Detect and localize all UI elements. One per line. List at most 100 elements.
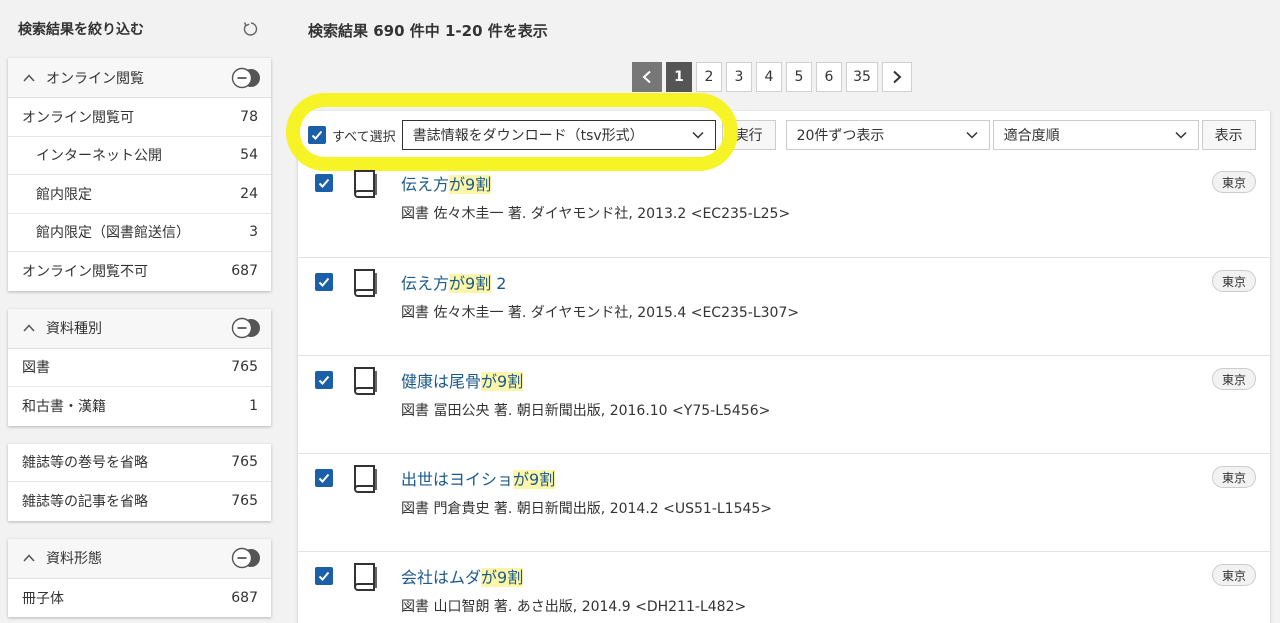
results-panel: すべて選択 書誌情報をダウンロード（tsv形式） 実行 20件ずつ表示 適合度順… [286,93,1270,623]
page-button-1[interactable]: 1 [666,62,692,92]
facet-row-count: 54 [240,147,258,164]
title-text: 2 [491,274,507,293]
result-checkbox[interactable] [315,469,333,487]
chevron-left-icon [642,70,651,84]
title-highlight: 9割 [465,274,492,293]
select-all-checkbox[interactable] [308,126,326,144]
facet-row-omit-issues[interactable]: 雑誌等の巻号を省略 765 [8,444,271,482]
result-item: 会社はムダが9割 図書 山口智朗 著. あさ出版, 2014.9 <DH211-… [298,551,1270,623]
chevron-down-icon [1175,131,1187,139]
sort-order-value: 適合度順 [1003,128,1060,144]
result-item: 健康は尾骨が9割 図書 冨田公央 著. 朝日新聞出版, 2016.10 <Y75… [298,355,1270,453]
checkmark-icon [318,571,330,581]
result-title-link[interactable]: 伝え方が9割 2 [401,270,506,294]
title-highlight: が [481,568,498,587]
facet-row-count: 687 [231,589,258,606]
facet-row-omit-articles[interactable]: 雑誌等の記事を省略 765 [8,482,271,521]
result-meta: 図書 佐々木圭一 著. ダイヤモンド社, 2013.2 <EC235-L25> [401,206,791,222]
checkmark-icon [311,130,323,140]
title-text: 伝え方 [401,274,450,293]
facet-row-count: 687 [231,263,258,280]
result-title-link[interactable]: 健康は尾骨が9割 [401,368,524,392]
results-toolbar: すべて選択 書誌情報をダウンロード（tsv形式） 実行 20件ずつ表示 適合度順… [286,93,1270,171]
facet-row-label: 雑誌等の巻号を省略 [22,455,148,472]
book-icon [354,269,377,297]
location-badge: 東京 [1211,564,1256,586]
facet-row-count: 765 [231,454,258,471]
facet-material-format: 資料形態 冊子体 687 [8,538,271,618]
prev-page-button[interactable] [632,62,662,92]
facet-row-booklet[interactable]: 冊子体 687 [8,579,271,618]
location-badge: 東京 [1211,270,1256,292]
chevron-down-icon [692,131,704,139]
facet-row-old-japanese-books[interactable]: 和古書・漢籍 1 [8,387,271,426]
page-button-6[interactable]: 6 [816,62,842,92]
toggle-icon[interactable] [231,547,261,569]
title-highlight: 9割 [497,372,524,391]
location-badge: 東京 [1211,466,1256,488]
chevron-down-icon [966,131,978,139]
facet-row-internet-public[interactable]: インターネット公開 54 [8,137,271,175]
facet-header-material-format[interactable]: 資料形態 [8,538,271,579]
facet-header-online-viewing[interactable]: オンライン閲覧 [8,58,271,98]
result-title-link[interactable]: 会社はムダが9割 [401,564,524,588]
per-page-select[interactable]: 20件ずつ表示 [785,120,990,150]
title-highlight: 9割 [529,470,556,489]
filter-sidebar: 検索結果を絞り込む オンライン閲覧 オンライン閲覧可 78 インターネット公開 … [8,0,271,623]
facet-row-library-transmission[interactable]: 館内限定（図書館送信） 3 [8,214,271,252]
chevron-up-icon [23,554,35,562]
per-page-value: 20件ずつ表示 [796,128,885,144]
toggle-icon[interactable] [231,317,261,339]
facet-row-count: 1 [249,398,258,415]
facet-row-label: オンライン閲覧可 [22,109,134,126]
facet-omit-options: 雑誌等の巻号を省略 765 雑誌等の記事を省略 765 [8,443,271,521]
result-item: 出世はヨイショが9割 図書 門倉貴史 著. 朝日新聞出版, 2014.2 <US… [298,453,1270,551]
page-button-3[interactable]: 3 [726,62,752,92]
sort-order-select[interactable]: 適合度順 [992,120,1199,150]
next-page-button[interactable] [882,62,912,92]
result-title-link[interactable]: 伝え方が9割 [401,171,492,195]
result-meta: 図書 佐々木圭一 著. ダイヤモンド社, 2015.4 <EC235-L307> [401,305,800,321]
facet-header-material-type[interactable]: 資料種別 [8,308,271,349]
title-highlight: 9割 [497,568,524,587]
select-all[interactable]: すべて選択 [308,126,396,145]
facet-row-in-library[interactable]: 館内限定 24 [8,175,271,214]
show-button[interactable]: 表示 [1201,120,1256,150]
download-format-value: 書誌情報をダウンロード（tsv形式） [412,128,644,144]
facet-row-label: インターネット公開 [36,148,162,165]
pagination: 1 2 3 4 5 6 35 [632,62,916,92]
page-button-2[interactable]: 2 [696,62,722,92]
facet-row-online-unavailable[interactable]: オンライン閲覧不可 687 [8,252,271,291]
chevron-right-icon [893,70,902,84]
page-button-4[interactable]: 4 [756,62,782,92]
chevron-up-icon [23,73,35,82]
facet-row-label: オンライン閲覧不可 [22,264,148,281]
checkmark-icon [318,473,330,483]
sidebar-title: 検索結果を絞り込む [18,22,144,38]
result-checkbox[interactable] [315,567,333,585]
chevron-up-icon [23,324,35,332]
result-checkbox[interactable] [315,174,333,192]
download-format-select[interactable]: 書誌情報をダウンロード（tsv形式） [401,120,716,150]
sidebar-header: 検索結果を絞り込む [8,0,271,58]
page-button-5[interactable]: 5 [786,62,812,92]
result-title-link[interactable]: 出世はヨイショが9割 [401,466,556,490]
run-button[interactable]: 実行 [721,120,776,150]
page-button-last[interactable]: 35 [846,62,878,92]
facet-row-online-available[interactable]: オンライン閲覧可 78 [8,98,271,137]
facet-title: オンライン閲覧 [46,70,144,87]
location-badge: 東京 [1211,171,1256,193]
title-highlight: が [481,372,498,391]
checkmark-icon [318,178,330,188]
result-item: 伝え方が9割 2 図書 佐々木圭一 著. ダイヤモンド社, 2015.4 <EC… [298,257,1270,355]
reset-icon[interactable] [241,19,261,39]
toggle-icon[interactable] [231,67,261,89]
result-checkbox[interactable] [315,371,333,389]
facet-row-books[interactable]: 図書 765 [8,349,271,387]
title-highlight: が [513,470,530,489]
title-highlight: 9割 [465,175,492,194]
title-text: 伝え方 [401,175,450,194]
title-highlight: が [449,175,466,194]
result-checkbox[interactable] [315,273,333,291]
result-item: 伝え方が9割 図書 佐々木圭一 著. ダイヤモンド社, 2013.2 <EC23… [298,159,1270,257]
